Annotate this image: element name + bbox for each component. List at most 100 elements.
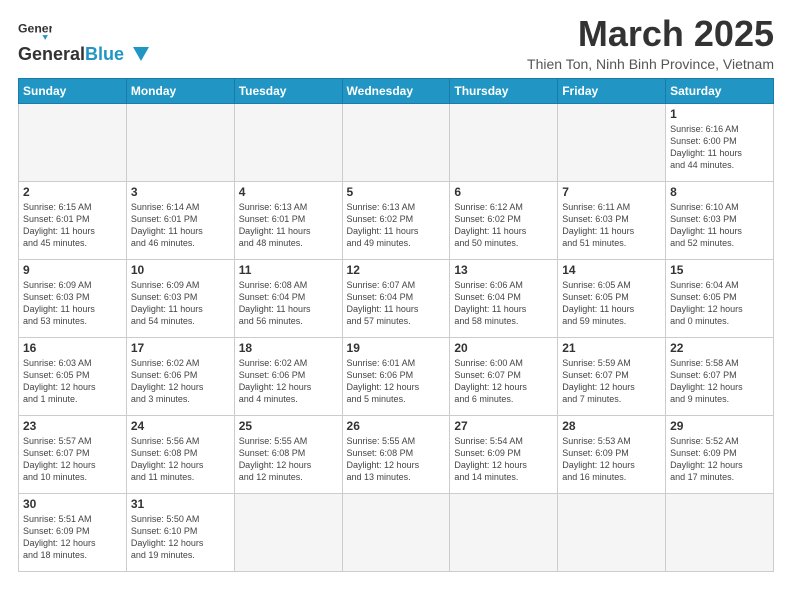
day-info: Sunrise: 6:10 AM Sunset: 6:03 PM Dayligh… (670, 201, 769, 250)
calendar-table: SundayMondayTuesdayWednesdayThursdayFrid… (18, 78, 774, 572)
day-number: 29 (670, 419, 769, 433)
calendar-cell: 16Sunrise: 6:03 AM Sunset: 6:05 PM Dayli… (19, 337, 127, 415)
calendar-cell: 18Sunrise: 6:02 AM Sunset: 6:06 PM Dayli… (234, 337, 342, 415)
day-info: Sunrise: 5:59 AM Sunset: 6:07 PM Dayligh… (562, 357, 661, 406)
calendar-cell: 8 Sunrise: 6:10 AM Sunset: 6:03 PM Daylig… (666, 181, 774, 259)
calendar-cell (19, 103, 127, 181)
day-number: 21 (562, 341, 661, 355)
day-number: 17 (131, 341, 230, 355)
calendar-cell: 6Sunrise: 6:12 AM Sunset: 6:02 PM Daylig… (450, 181, 558, 259)
calendar-cell: 13Sunrise: 6:06 AM Sunset: 6:04 PM Dayli… (450, 259, 558, 337)
weekday-friday: Friday (558, 78, 666, 103)
calendar-cell (234, 103, 342, 181)
calendar-cell: 20Sunrise: 6:00 AM Sunset: 6:07 PM Dayli… (450, 337, 558, 415)
day-info: Sunrise: 5:57 AM Sunset: 6:07 PM Dayligh… (23, 435, 122, 484)
day-number: 11 (239, 263, 338, 277)
blue-triangle-icon (133, 47, 149, 61)
calendar-cell: 10 Sunrise: 6:09 AM Sunset: 6:03 PM Dayli… (126, 259, 234, 337)
day-number: 13 (454, 263, 553, 277)
day-info: Sunrise: 6:15 AM Sunset: 6:01 PM Dayligh… (23, 201, 122, 250)
weekday-sunday: Sunday (19, 78, 127, 103)
day-info: Sunrise: 5:58 AM Sunset: 6:07 PM Dayligh… (670, 357, 769, 406)
day-number: 9 (23, 263, 122, 277)
day-number: 26 (347, 419, 446, 433)
day-number: 5 (347, 185, 446, 199)
calendar-cell (342, 493, 450, 571)
day-info: Sunrise: 5:50 AM Sunset: 6:10 PM Dayligh… (131, 513, 230, 562)
month-title: March 2025 (527, 14, 774, 54)
day-info: Sunrise: 6:00 AM Sunset: 6:07 PM Dayligh… (454, 357, 553, 406)
week-row-1: 1 Sunrise: 6:16 AM Sunset: 6:00 PM Daylig… (19, 103, 774, 181)
calendar-cell: 21 Sunrise: 5:59 AM Sunset: 6:07 PM Dayli… (558, 337, 666, 415)
calendar-cell: 7 Sunrise: 6:11 AM Sunset: 6:03 PM Daylig… (558, 181, 666, 259)
calendar-cell: 9Sunrise: 6:09 AM Sunset: 6:03 PM Daylig… (19, 259, 127, 337)
calendar-cell: 5Sunrise: 6:13 AM Sunset: 6:02 PM Daylig… (342, 181, 450, 259)
day-info: Sunrise: 6:09 AM Sunset: 6:03 PM Dayligh… (131, 279, 230, 328)
calendar-cell: 23Sunrise: 5:57 AM Sunset: 6:07 PM Dayli… (19, 415, 127, 493)
day-number: 6 (454, 185, 553, 199)
calendar-cell: 15Sunrise: 6:04 AM Sunset: 6:05 PM Dayli… (666, 259, 774, 337)
logo-general: General (18, 44, 85, 64)
calendar-cell: 26 Sunrise: 5:55 AM Sunset: 6:08 PM Dayli… (342, 415, 450, 493)
day-number: 12 (347, 263, 446, 277)
day-info: Sunrise: 6:08 AM Sunset: 6:04 PM Dayligh… (239, 279, 338, 328)
day-number: 1 (670, 107, 769, 121)
weekday-thursday: Thursday (450, 78, 558, 103)
calendar-cell: 31 Sunrise: 5:50 AM Sunset: 6:10 PM Dayli… (126, 493, 234, 571)
calendar-cell: 1 Sunrise: 6:16 AM Sunset: 6:00 PM Daylig… (666, 103, 774, 181)
calendar-cell: 30Sunrise: 5:51 AM Sunset: 6:09 PM Dayli… (19, 493, 127, 571)
day-info: Sunrise: 6:02 AM Sunset: 6:06 PM Dayligh… (239, 357, 338, 406)
calendar-cell: 25 Sunrise: 5:55 AM Sunset: 6:08 PM Dayli… (234, 415, 342, 493)
weekday-wednesday: Wednesday (342, 78, 450, 103)
day-number: 3 (131, 185, 230, 199)
day-number: 4 (239, 185, 338, 199)
day-info: Sunrise: 6:11 AM Sunset: 6:03 PM Dayligh… (562, 201, 661, 250)
generalblue-logo-icon: General (18, 14, 52, 48)
day-info: Sunrise: 6:04 AM Sunset: 6:05 PM Dayligh… (670, 279, 769, 328)
day-info: Sunrise: 6:13 AM Sunset: 6:01 PM Dayligh… (239, 201, 338, 250)
day-info: Sunrise: 6:16 AM Sunset: 6:00 PM Dayligh… (670, 123, 769, 172)
calendar-cell (450, 493, 558, 571)
day-number: 24 (131, 419, 230, 433)
day-number: 8 (670, 185, 769, 199)
calendar-cell: 22 Sunrise: 5:58 AM Sunset: 6:07 PM Dayli… (666, 337, 774, 415)
calendar-cell (234, 493, 342, 571)
calendar-cell: 29 Sunrise: 5:52 AM Sunset: 6:09 PM Dayli… (666, 415, 774, 493)
header: General GeneralBlue March 2025 Thien Ton… (18, 14, 774, 72)
day-number: 16 (23, 341, 122, 355)
calendar-cell: 24Sunrise: 5:56 AM Sunset: 6:08 PM Dayli… (126, 415, 234, 493)
day-info: Sunrise: 5:55 AM Sunset: 6:08 PM Dayligh… (239, 435, 338, 484)
calendar-page: General GeneralBlue March 2025 Thien Ton… (0, 0, 792, 612)
calendar-cell: 2 Sunrise: 6:15 AM Sunset: 6:01 PM Daylig… (19, 181, 127, 259)
calendar-cell (342, 103, 450, 181)
calendar-cell (558, 493, 666, 571)
logo-area: General GeneralBlue (18, 14, 149, 66)
week-row-5: 23Sunrise: 5:57 AM Sunset: 6:07 PM Dayli… (19, 415, 774, 493)
day-number: 2 (23, 185, 122, 199)
calendar-cell: 27Sunrise: 5:54 AM Sunset: 6:09 PM Dayli… (450, 415, 558, 493)
calendar-cell (450, 103, 558, 181)
day-number: 10 (131, 263, 230, 277)
calendar-cell: 14Sunrise: 6:05 AM Sunset: 6:05 PM Dayli… (558, 259, 666, 337)
day-number: 22 (670, 341, 769, 355)
day-number: 31 (131, 497, 230, 511)
week-row-3: 9 Sunrise: 6:09 AM Sunset: 6:03 PM Daylig… (19, 259, 774, 337)
weekday-tuesday: Tuesday (234, 78, 342, 103)
calendar-cell (126, 103, 234, 181)
day-info: Sunrise: 5:55 AM Sunset: 6:08 PM Dayligh… (347, 435, 446, 484)
weekday-monday: Monday (126, 78, 234, 103)
day-number: 25 (239, 419, 338, 433)
day-info: Sunrise: 5:53 AM Sunset: 6:09 PM Dayligh… (562, 435, 661, 484)
weekday-saturday: Saturday (666, 78, 774, 103)
calendar-cell (666, 493, 774, 571)
day-info: Sunrise: 6:01 AM Sunset: 6:06 PM Dayligh… (347, 357, 446, 406)
day-number: 28 (562, 419, 661, 433)
day-info: Sunrise: 5:51 AM Sunset: 6:09 PM Dayligh… (23, 513, 122, 562)
day-info: Sunrise: 5:52 AM Sunset: 6:09 PM Dayligh… (670, 435, 769, 484)
day-number: 27 (454, 419, 553, 433)
svg-text:General: General (18, 21, 52, 35)
day-number: 7 (562, 185, 661, 199)
day-number: 14 (562, 263, 661, 277)
calendar-cell: 4 Sunrise: 6:13 AM Sunset: 6:01 PM Daylig… (234, 181, 342, 259)
week-row-6: 30Sunrise: 5:51 AM Sunset: 6:09 PM Dayli… (19, 493, 774, 571)
